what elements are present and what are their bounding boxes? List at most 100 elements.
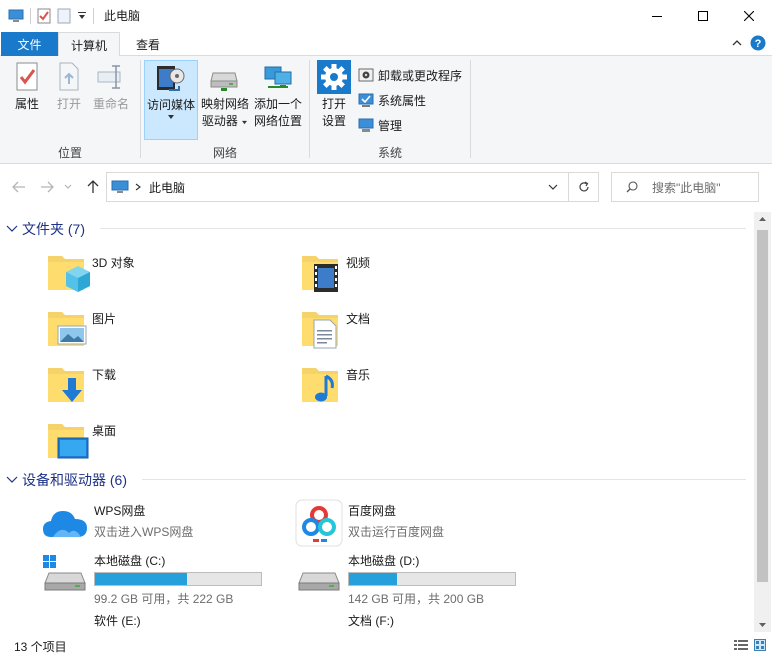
manage-button[interactable]: 管理	[358, 114, 402, 136]
title-bar: 此电脑	[0, 0, 772, 31]
scroll-up-icon[interactable]	[758, 216, 767, 222]
chevron-down-icon	[6, 476, 18, 484]
address-history-dropdown-icon[interactable]	[548, 184, 558, 190]
media-icon	[154, 61, 188, 95]
drive-description: 双击运行百度网盘	[348, 525, 445, 539]
folder-desktop[interactable]: 桌面	[46, 418, 116, 464]
scroll-down-icon[interactable]	[758, 622, 767, 628]
drive-name: WPS网盘	[94, 504, 146, 518]
drive-d[interactable]: 本地磁盘 (D:) 142 GB 可用，共 200 GB	[294, 548, 516, 607]
drive-usage-bar	[348, 572, 516, 586]
folder-downloads-icon	[46, 362, 92, 408]
system-properties-button[interactable]: 系统属性	[358, 89, 426, 111]
tab-view[interactable]: 查看	[122, 32, 174, 56]
add-network-location-button[interactable]: 添加一个 网络位置	[251, 60, 305, 130]
tab-file[interactable]: 文件	[1, 32, 58, 56]
forward-arrow-icon	[40, 181, 54, 193]
access-media-button[interactable]: 访问媒体	[144, 60, 198, 140]
status-bar: 13 个项目	[0, 634, 772, 658]
folder-videos-icon	[300, 250, 346, 296]
hard-drive-icon	[294, 548, 344, 598]
computer-icon	[8, 9, 24, 23]
back-arrow-icon	[12, 181, 26, 193]
devices-section-header[interactable]: 设备和驱动器 (6)	[6, 470, 127, 490]
open-settings-button[interactable]: 打开 设置	[314, 60, 354, 130]
refresh-icon	[578, 181, 590, 193]
up-button[interactable]	[84, 178, 102, 196]
drive-description: 双击进入WPS网盘	[94, 525, 194, 539]
refresh-button[interactable]	[569, 172, 599, 202]
folder-videos[interactable]: 视频	[300, 250, 370, 296]
programs-icon	[358, 67, 374, 83]
drive-f[interactable]: 文档 (F:)	[294, 608, 516, 632]
ribbon-tabs: 文件 计算机 查看 ?	[0, 31, 772, 57]
manage-icon	[358, 117, 374, 133]
details-view-icon[interactable]	[734, 639, 748, 651]
search-box[interactable]: 搜索"此电脑"	[611, 172, 759, 202]
drive-name: 本地磁盘 (C:)	[94, 554, 166, 568]
large-icons-view-icon[interactable]	[754, 639, 766, 651]
folder-documents-icon	[300, 306, 346, 352]
rename-icon	[94, 60, 128, 94]
folder-pictures-icon	[46, 306, 92, 352]
hard-drive-icon	[294, 608, 344, 632]
drive-e[interactable]: 软件 (E:)	[40, 608, 262, 632]
collapse-ribbon-icon[interactable]	[732, 39, 742, 47]
maximize-button[interactable]	[680, 0, 726, 31]
search-input[interactable]: 搜索"此电脑"	[652, 179, 721, 196]
hard-drive-icon	[40, 608, 90, 632]
drive-usage-bar	[94, 572, 262, 586]
folder-documents[interactable]: 文档	[300, 306, 370, 352]
ribbon: 属性 打开 重命名 位置 访问媒体 映射网络 驱动器 添加一个 网络位置 网络 …	[0, 56, 772, 164]
group-label-location: 位置	[57, 146, 82, 160]
wps-cloud-icon	[40, 498, 90, 548]
folder-downloads[interactable]: 下载	[46, 362, 116, 408]
baidu-cloud-drive[interactable]: 百度网盘 双击运行百度网盘	[294, 498, 444, 548]
drive-c[interactable]: 本地磁盘 (C:) 99.2 GB 可用，共 222 GB	[40, 548, 262, 607]
settings-gear-icon	[317, 60, 351, 94]
help-icon[interactable]: ?	[750, 35, 766, 51]
folder-pictures[interactable]: 图片	[46, 306, 116, 352]
folders-section-header[interactable]: 文件夹 (7)	[6, 219, 85, 239]
up-arrow-icon	[87, 180, 99, 194]
breadcrumb-separator-icon[interactable]	[135, 183, 141, 191]
drive-name: 本地磁盘 (D:)	[348, 554, 420, 568]
item-count: 13 个项目	[14, 639, 67, 654]
recent-locations-button[interactable]	[62, 178, 74, 196]
rename-button[interactable]: 重命名	[90, 60, 132, 113]
properties-button[interactable]: 属性	[8, 60, 46, 113]
wps-cloud-drive[interactable]: WPS网盘 双击进入WPS网盘	[40, 498, 193, 548]
new-folder-qat-icon[interactable]	[57, 8, 71, 24]
scrollbar-thumb[interactable]	[757, 230, 768, 582]
vertical-scrollbar[interactable]	[754, 212, 771, 632]
close-icon	[744, 10, 754, 21]
qat-dropdown-icon[interactable]	[77, 11, 87, 21]
chevron-down-icon	[6, 225, 18, 233]
drive-name: 软件 (E:)	[94, 614, 141, 628]
folder-3d-objects[interactable]: 3D 对象	[46, 250, 135, 296]
back-button[interactable]	[10, 178, 28, 196]
group-label-system: 系统	[377, 146, 402, 160]
dropdown-arrow-icon	[167, 114, 175, 120]
close-button[interactable]	[726, 0, 772, 31]
maximize-icon	[698, 10, 708, 21]
map-drive-icon	[208, 60, 242, 94]
folder-3d-objects-icon	[46, 250, 92, 296]
map-network-drive-button[interactable]: 映射网络 驱动器	[199, 60, 251, 130]
open-button[interactable]: 打开	[52, 60, 86, 113]
uninstall-programs-button[interactable]: 卸载或更改程序	[358, 64, 462, 86]
group-label-network: 网络	[212, 146, 237, 160]
drive-name: 百度网盘	[348, 504, 397, 518]
minimize-button[interactable]	[634, 0, 680, 31]
address-bar[interactable]: 此电脑	[106, 172, 569, 202]
breadcrumb-this-pc[interactable]: 此电脑	[149, 179, 185, 196]
forward-button[interactable]	[38, 178, 56, 196]
drive-free-space: 142 GB 可用，共 200 GB	[348, 592, 485, 606]
folder-music[interactable]: 音乐	[300, 362, 370, 408]
baidu-netdisk-icon	[294, 498, 344, 548]
group-network: 访问媒体 映射网络 驱动器 添加一个 网络位置 网络	[141, 56, 309, 164]
open-icon	[52, 60, 86, 94]
tab-computer[interactable]: 计算机	[58, 32, 120, 57]
properties-qat-icon[interactable]	[37, 8, 51, 24]
this-pc-icon	[111, 180, 129, 194]
